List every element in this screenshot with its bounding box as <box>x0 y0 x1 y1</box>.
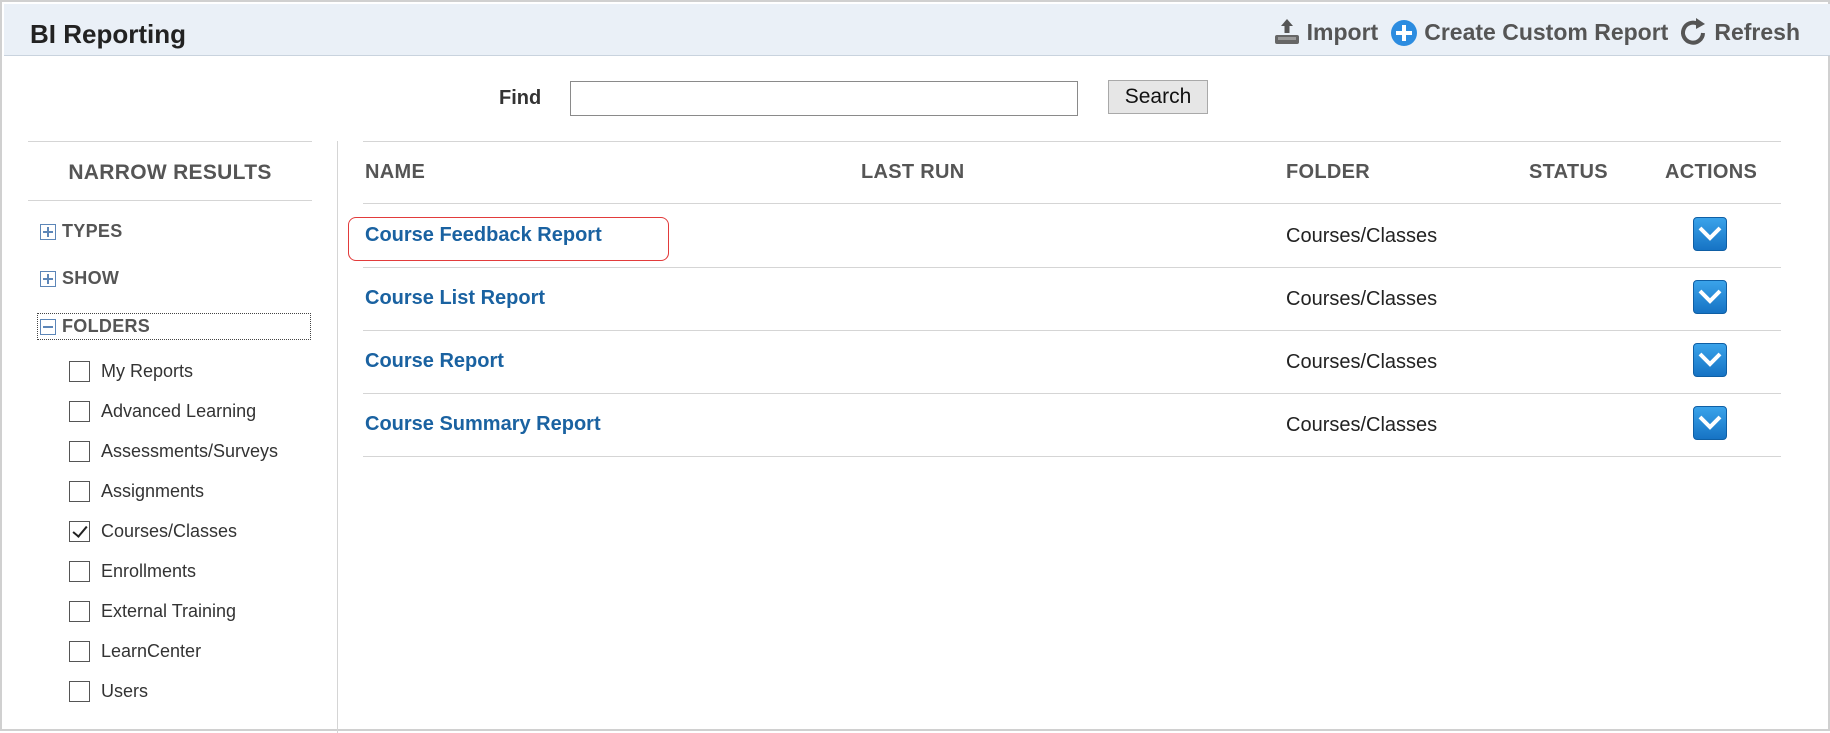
folder-learncenter[interactable]: LearnCenter <box>69 631 278 671</box>
create-custom-report-button[interactable]: Create Custom Report <box>1388 16 1668 48</box>
header-bar: BI Reporting Import Create Custom Report… <box>4 4 1830 56</box>
refresh-label: Refresh <box>1714 18 1800 45</box>
folder-assignments[interactable]: Assignments <box>69 471 278 511</box>
refresh-button[interactable]: Refresh <box>1678 16 1800 48</box>
folder-advanced-learning[interactable]: Advanced Learning <box>69 391 278 431</box>
add-circle-icon <box>1388 16 1420 48</box>
checkbox[interactable] <box>69 480 90 502</box>
report-name-link[interactable]: Course List Report <box>365 287 545 310</box>
search-input[interactable] <box>570 81 1078 116</box>
actions-dropdown-button[interactable] <box>1693 343 1727 377</box>
checkbox[interactable] <box>69 400 90 422</box>
import-label: Import <box>1306 18 1379 45</box>
section-show[interactable]: SHOW <box>40 268 119 289</box>
report-name-link[interactable]: Course Feedback Report <box>365 224 602 247</box>
refresh-icon <box>1678 16 1710 48</box>
folder-cell: Courses/Classes <box>1286 288 1438 310</box>
import-button[interactable]: Import <box>1271 16 1379 48</box>
import-icon <box>1271 16 1303 48</box>
chevron-down-icon <box>1698 415 1722 430</box>
folder-label: My Reports <box>101 360 194 381</box>
column-header-status[interactable]: STATUS <box>1529 161 1608 184</box>
app-title: BI Reporting <box>30 19 186 49</box>
chevron-down-icon <box>1698 226 1722 241</box>
expand-icon <box>40 270 56 287</box>
divider <box>363 456 1781 457</box>
folder-enrollments[interactable]: Enrollments <box>69 551 278 591</box>
section-folders[interactable]: FOLDERS <box>37 313 311 340</box>
section-show-label: SHOW <box>62 268 120 288</box>
checkbox[interactable] <box>69 560 90 582</box>
report-name-link[interactable]: Course Report <box>365 350 504 373</box>
section-folders-label: FOLDERS <box>62 316 151 336</box>
folder-cell: Courses/Classes <box>1286 414 1438 436</box>
section-types-label: TYPES <box>62 221 123 241</box>
toolbar: Import Create Custom Report Refresh <box>1261 16 1800 48</box>
expand-icon <box>40 223 56 240</box>
folder-users[interactable]: Users <box>69 671 278 711</box>
table-row: Course Summary Report Courses/Classes <box>363 393 1781 456</box>
folder-label: Assignments <box>101 480 205 501</box>
chevron-down-icon <box>1698 289 1722 304</box>
checkbox-checked[interactable] <box>69 520 90 542</box>
column-header-actions: ACTIONS <box>1665 161 1758 183</box>
checkbox[interactable] <box>69 680 90 702</box>
folder-label: Courses/Classes <box>101 520 238 541</box>
collapse-icon <box>40 318 56 335</box>
vertical-divider <box>337 141 338 733</box>
checkbox[interactable] <box>69 640 90 662</box>
folder-label: Users <box>101 680 149 701</box>
folder-label: LearnCenter <box>101 640 202 661</box>
checkbox[interactable] <box>69 360 90 382</box>
divider <box>28 141 312 142</box>
table-row: Course List Report Courses/Classes <box>363 267 1781 330</box>
checkbox[interactable] <box>69 600 90 622</box>
app-frame: BI Reporting Import Create Custom Report… <box>0 0 1830 733</box>
search-bar: Find Search <box>2 80 1828 116</box>
checkbox[interactable] <box>69 440 90 462</box>
folder-list: My Reports Advanced Learning Assessments… <box>69 351 278 711</box>
actions-dropdown-button[interactable] <box>1693 217 1727 251</box>
create-custom-report-label: Create Custom Report <box>1424 18 1669 45</box>
actions-dropdown-button[interactable] <box>1693 406 1727 440</box>
chevron-down-icon <box>1698 352 1722 367</box>
report-name-link[interactable]: Course Summary Report <box>365 413 601 436</box>
folder-assessments-surveys[interactable]: Assessments/Surveys <box>69 431 278 471</box>
folder-label: Assessments/Surveys <box>101 440 279 461</box>
folder-label: Advanced Learning <box>101 400 257 421</box>
folder-label: External Training <box>101 600 237 621</box>
folder-external-training[interactable]: External Training <box>69 591 278 631</box>
column-header-last-run[interactable]: LAST RUN <box>861 161 965 184</box>
folder-cell: Courses/Classes <box>1286 225 1438 247</box>
divider <box>363 141 1781 142</box>
find-label: Find <box>499 87 542 109</box>
folder-label: Enrollments <box>101 560 197 581</box>
folder-courses-classes[interactable]: Courses/Classes <box>69 511 278 551</box>
table-row: Course Report Courses/Classes <box>363 330 1781 393</box>
section-types[interactable]: TYPES <box>40 221 123 242</box>
table-row: Course Feedback Report Courses/Classes <box>348 204 1781 267</box>
narrow-results-title: NARROW RESULTS <box>68 161 272 184</box>
column-header-folder[interactable]: FOLDER <box>1286 161 1370 184</box>
actions-dropdown-button[interactable] <box>1693 280 1727 314</box>
folder-my-reports[interactable]: My Reports <box>69 351 278 391</box>
divider <box>28 200 312 201</box>
search-button[interactable]: Search <box>1108 80 1208 114</box>
folder-cell: Courses/Classes <box>1286 351 1438 373</box>
narrow-results-panel: NARROW RESULTS TYPES SHOW FOLDERS My Rep… <box>28 141 312 733</box>
column-header-name[interactable]: NAME <box>365 161 425 184</box>
